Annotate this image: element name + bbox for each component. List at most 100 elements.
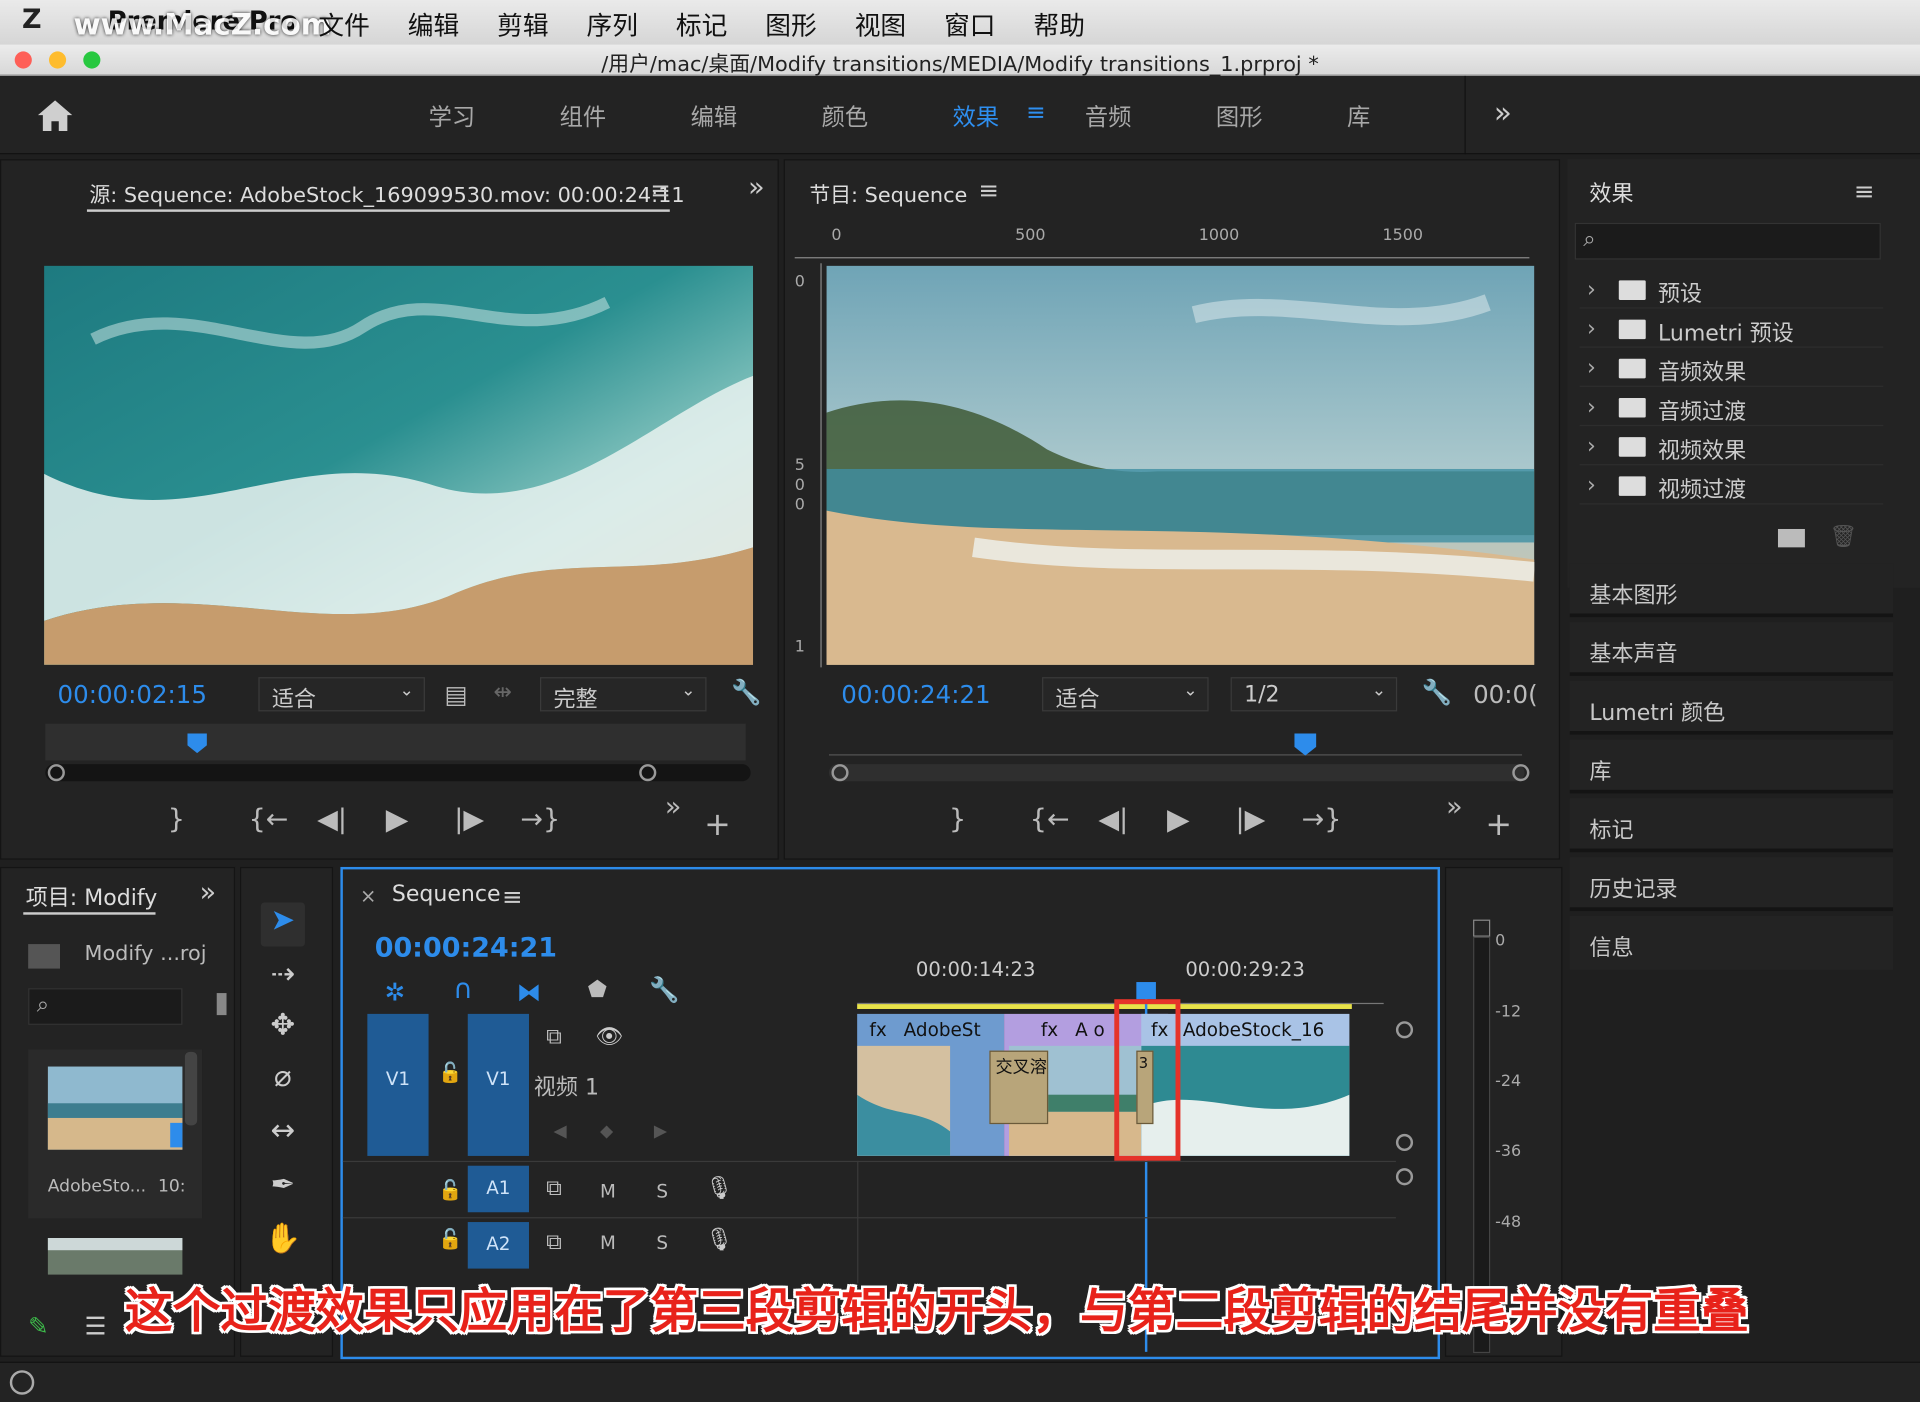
program-monitor-title[interactable]: 节目: Sequence <box>809 178 967 208</box>
ws-tab-graphics[interactable]: 图形 <box>1216 99 1347 133</box>
linked-selection-icon[interactable]: ⧓ <box>517 977 541 1006</box>
effects-item-lumetri-presets[interactable]: › Lumetri 预设 <box>1579 311 1884 348</box>
track-select-tool-icon[interactable]: ⇢ <box>261 956 305 1000</box>
lock-icon[interactable]: 🔓 <box>438 1227 462 1250</box>
project-search-input[interactable]: ⌕ <box>28 988 183 1025</box>
play-icon[interactable]: ▶ <box>386 802 409 836</box>
ws-tab-editing[interactable]: 编辑 <box>691 99 822 133</box>
apple-logo-icon[interactable]: Z <box>22 5 42 36</box>
source-panel-menu-icon[interactable]: ≡ <box>650 175 671 204</box>
insert-overwrite-icon[interactable]: ⇹ <box>493 680 511 706</box>
menu-view[interactable]: 视图 <box>855 6 906 43</box>
program-timecode[interactable]: 00:00:24:21 <box>841 680 990 709</box>
panel-libraries[interactable]: 库 <box>1569 739 1894 794</box>
wrench-icon[interactable]: 🔧 <box>1422 677 1452 706</box>
track-target-v1[interactable]: V1 <box>467 1013 529 1156</box>
sequence-menu-icon[interactable]: ≡ <box>502 882 523 911</box>
work-area-bar[interactable] <box>857 1004 1352 1009</box>
nest-icon[interactable]: ✲ <box>384 977 405 1006</box>
pen-tool-icon[interactable]: ✒ <box>261 1167 305 1211</box>
bin-up-icon[interactable] <box>28 944 61 969</box>
sync-lock-icon[interactable]: ⧉ <box>546 1176 562 1202</box>
chevron-right-icon[interactable]: › <box>1587 277 1596 303</box>
menu-window[interactable]: 窗口 <box>944 6 995 43</box>
program-zoom-bar[interactable] <box>828 764 1525 782</box>
snap-icon[interactable]: ∩ <box>453 975 473 1006</box>
more-controls-icon[interactable]: » <box>1446 792 1462 823</box>
program-resolution-dropdown[interactable]: 1/2 ⌄ <box>1230 677 1398 712</box>
add-button-icon[interactable]: + <box>704 807 731 844</box>
source-monitor-title[interactable]: 源: Sequence: AdobeStock_169099530.mov: 0… <box>89 178 684 208</box>
program-panel-menu-icon[interactable]: ≡ <box>978 175 999 204</box>
source-more-icon[interactable]: » <box>748 173 764 204</box>
clip-1[interactable]: fx AdobeSt <box>857 1013 1005 1156</box>
microphone-icon[interactable]: 🎙 <box>705 1176 733 1202</box>
hand-tool-icon[interactable]: ✋ <box>261 1221 305 1265</box>
zoom-handle-right[interactable] <box>1512 764 1530 782</box>
panel-info[interactable]: 信息 <box>1569 915 1894 970</box>
ws-tab-assembly[interactable]: 组件 <box>560 99 691 133</box>
close-sequence-icon[interactable]: × <box>360 884 376 907</box>
eye-icon[interactable]: 👁 <box>595 1024 623 1050</box>
creative-cloud-icon[interactable] <box>9 1370 35 1395</box>
source-scrubber[interactable] <box>45 723 746 761</box>
effects-item-video-transitions[interactable]: › 视频过渡 <box>1579 468 1884 505</box>
track-scroll-handle[interactable] <box>1395 1168 1414 1186</box>
track-target-a2[interactable]: A2 <box>467 1222 529 1269</box>
source-fit-dropdown[interactable]: 适合 ⌄ <box>258 677 425 713</box>
microphone-icon[interactable]: 🎙 <box>705 1227 733 1253</box>
ws-tab-effects-menu-icon[interactable]: ≡ <box>1026 99 1085 133</box>
play-icon[interactable]: ▶ <box>1167 802 1190 836</box>
lock-icon[interactable]: 🔓 <box>438 1178 462 1201</box>
more-workspaces-icon[interactable]: » <box>1494 96 1512 130</box>
selection-tool-icon[interactable]: ➤ <box>260 902 305 947</box>
filmstrip-icon[interactable]: ▤ <box>444 680 467 709</box>
solo-button[interactable]: S <box>656 1180 668 1202</box>
project-scrollbar[interactable] <box>184 1051 198 1126</box>
step-back-icon[interactable]: ◀| <box>317 804 347 835</box>
sequence-tab[interactable]: Sequence <box>392 882 501 908</box>
more-controls-icon[interactable]: » <box>665 792 681 823</box>
panel-history[interactable]: 历史记录 <box>1569 857 1894 912</box>
chevron-right-icon[interactable]: › <box>1587 473 1596 499</box>
effects-title[interactable]: 效果 <box>1589 176 1633 208</box>
mark-out-icon[interactable]: } <box>949 804 966 835</box>
project-clip-item[interactable]: AdobeSto... 10: <box>28 1049 203 1219</box>
new-bin-icon[interactable] <box>1777 528 1805 548</box>
add-marker-icon[interactable]: ⬟ <box>588 977 607 1003</box>
menu-graphics[interactable]: 图形 <box>765 6 816 43</box>
pencil-icon[interactable]: ✎ <box>28 1311 49 1340</box>
effects-item-audio-effects[interactable]: › 音频效果 <box>1579 350 1884 387</box>
program-fit-dropdown[interactable]: 适合 ⌄ <box>1042 677 1209 713</box>
ws-tab-libraries[interactable]: 库 <box>1347 99 1478 133</box>
panel-essential-sound[interactable]: 基本声音 <box>1569 622 1894 676</box>
slip-tool-icon[interactable]: ↔ <box>261 1113 305 1157</box>
ripple-edit-tool-icon[interactable]: ✥ <box>261 1008 305 1052</box>
menu-help[interactable]: 帮助 <box>1033 6 1084 43</box>
panel-lumetri-color[interactable]: Lumetri 颜色 <box>1569 680 1894 735</box>
sync-lock-icon[interactable]: ⧉ <box>546 1229 562 1255</box>
go-to-out-icon[interactable]: →} <box>520 804 560 835</box>
mute-button[interactable]: M <box>600 1180 616 1202</box>
ws-tab-effects[interactable]: 效果 <box>953 99 1026 133</box>
add-keyframe-icon[interactable]: ◆ <box>600 1122 613 1142</box>
solo-button[interactable]: S <box>656 1232 668 1254</box>
ws-tab-learn[interactable]: 学习 <box>429 99 560 133</box>
project-more-icon[interactable]: » <box>200 878 216 909</box>
prev-keyframe-icon[interactable]: ◀ <box>553 1122 566 1142</box>
chevron-right-icon[interactable]: › <box>1587 394 1596 420</box>
track-scroll-handle[interactable] <box>1395 1021 1414 1039</box>
ws-tab-audio[interactable]: 音频 <box>1085 99 1216 133</box>
home-icon[interactable] <box>37 98 74 132</box>
source-quality-dropdown[interactable]: 完整 ⌄ <box>540 677 707 713</box>
lock-icon[interactable]: 🔓 <box>438 1060 462 1083</box>
menu-clip[interactable]: 剪辑 <box>497 6 548 43</box>
next-keyframe-icon[interactable]: ▶ <box>654 1122 667 1142</box>
program-scrubber[interactable] <box>828 741 1523 756</box>
chevron-right-icon[interactable]: › <box>1587 433 1596 459</box>
source-timecode[interactable]: 00:00:02:15 <box>58 680 207 709</box>
razor-tool-icon[interactable]: ⌀ <box>261 1059 305 1103</box>
wrench-icon[interactable]: 🔧 <box>731 677 761 706</box>
effects-search-input[interactable]: ⌕ <box>1574 222 1881 260</box>
source-patch-v1[interactable]: V1 <box>367 1013 429 1156</box>
